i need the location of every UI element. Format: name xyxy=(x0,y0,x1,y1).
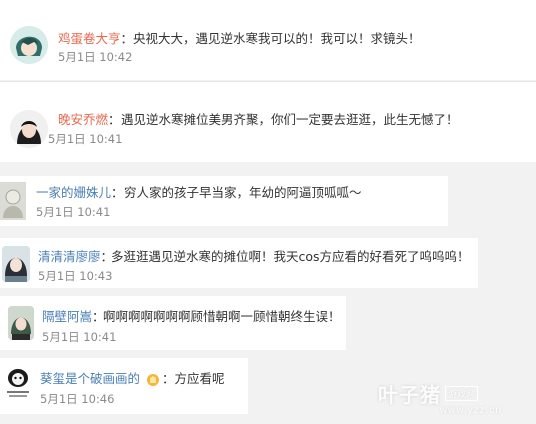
comment-text: 多逛逛遇见逆水寒的摊位啊！我天cos方应看的好看死了呜呜呜！ xyxy=(111,249,470,264)
comment-card: 鸡蛋卷大亨： 央视大大，遇见逆水寒我可以的！我可以！求镜头！ 5月1日 10:4… xyxy=(0,0,536,80)
comment-username[interactable]: 鸡蛋卷大亨： xyxy=(58,28,133,47)
site-watermark: 叶子猪 游戏网 www.yzz.cn xyxy=(378,372,530,417)
gold-badge-icon xyxy=(146,373,160,387)
comment-card: 清清清廖廖： 多逛逛遇见逆水寒的摊位啊！我天cos方应看的好看死了呜呜呜！ 5月… xyxy=(0,238,478,288)
teal-haired-anime-avatar-icon[interactable] xyxy=(10,26,48,64)
comment-time[interactable]: 5月1日 10:42 xyxy=(58,49,132,65)
green-haired-anime-avatar-icon[interactable] xyxy=(8,306,34,340)
anime-character-avatar-icon[interactable] xyxy=(2,246,30,282)
comment-time[interactable]: 5月1日 10:46 xyxy=(40,391,114,407)
comment-card: 一家的姗姝儿： 穷人家的孩子早当家，年幼的阿逼顶呱呱～ 5月1日 10:41 xyxy=(0,176,448,226)
comment-username[interactable]: 隔壁阿嵩： xyxy=(42,306,105,325)
sketch-avatar-icon[interactable] xyxy=(0,182,26,220)
comment-username[interactable]: 清清清廖廖： xyxy=(38,246,113,265)
panda-meme-avatar-icon[interactable] xyxy=(4,364,32,400)
comment-card: 隔壁阿嵩： 啊啊啊啊啊啊啊顾惜朝啊一顾惜朝终生误！ 5月1日 10:41 xyxy=(0,296,346,350)
comment-username[interactable]: 晚安乔燃： xyxy=(58,109,121,128)
watermark-brand: 叶子猪 xyxy=(378,384,441,407)
watermark-url: www.yzz.cn xyxy=(439,405,502,416)
comment-time[interactable]: 5月1日 10:43 xyxy=(38,268,112,284)
comment-text: 啊啊啊啊啊啊啊顾惜朝啊一顾惜朝终生误！ xyxy=(103,309,341,324)
comment-text: 穷人家的孩子早当家，年幼的阿逼顶呱呱～ xyxy=(124,185,362,200)
comment-username[interactable]: 葵玺是个破画画的 ：方应看呢 xyxy=(40,368,225,387)
dark-haired-portrait-avatar-icon[interactable] xyxy=(10,110,48,148)
comment-card: 葵玺是个破画画的 ：方应看呢 5月1日 10:46 xyxy=(0,358,248,414)
comment-text: 遇见逆水寒摊位美男齐聚，你们一定要去逛逛，此生无憾了！ xyxy=(121,112,459,127)
comment-username[interactable]: 一家的姗姝儿： xyxy=(36,182,124,201)
watermark-tag: 游戏网 xyxy=(445,385,479,401)
comment-time[interactable]: 5月1日 10:41 xyxy=(42,329,116,345)
comment-card: 晚安乔燃： 遇见逆水寒摊位美男齐聚，你们一定要去逛逛，此生无憾了！ 5月1日 1… xyxy=(0,82,536,162)
comment-time[interactable]: 5月1日 10:41 xyxy=(36,204,110,220)
comment-time[interactable]: 5月1日 10:41 xyxy=(48,131,122,147)
comment-text: 央视大大，遇见逆水寒我可以的！我可以！求镜头！ xyxy=(133,31,421,46)
